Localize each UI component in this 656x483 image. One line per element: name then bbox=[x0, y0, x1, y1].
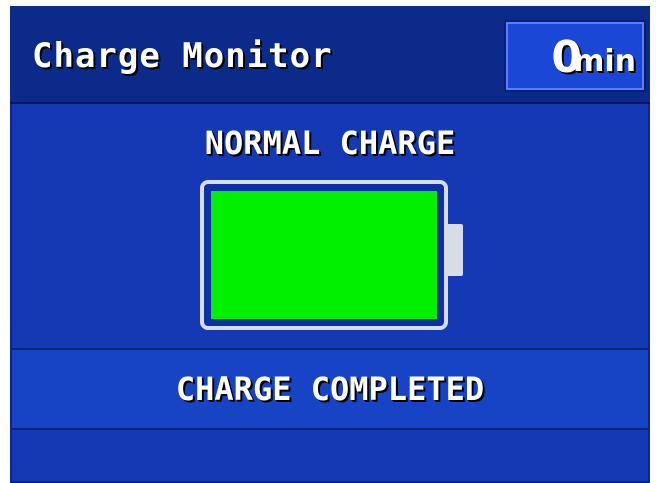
screen-title: Charge Monitor bbox=[32, 36, 333, 76]
timer-unit: min bbox=[573, 44, 636, 79]
battery-terminal bbox=[446, 224, 463, 276]
charge-timer-display: 0 min bbox=[504, 20, 646, 92]
battery-level-fill bbox=[211, 191, 437, 319]
header-bar: Charge Monitor 0 min bbox=[10, 6, 650, 104]
status-message: CHARGE COMPLETED bbox=[175, 370, 485, 408]
status-panel: CHARGE COMPLETED bbox=[12, 348, 648, 430]
charge-mode-label: NORMAL CHARGE bbox=[204, 124, 456, 162]
charge-monitor-screen: Charge Monitor 0 min NORMAL CHARGE CHARG… bbox=[10, 6, 650, 483]
battery-icon bbox=[200, 180, 448, 330]
